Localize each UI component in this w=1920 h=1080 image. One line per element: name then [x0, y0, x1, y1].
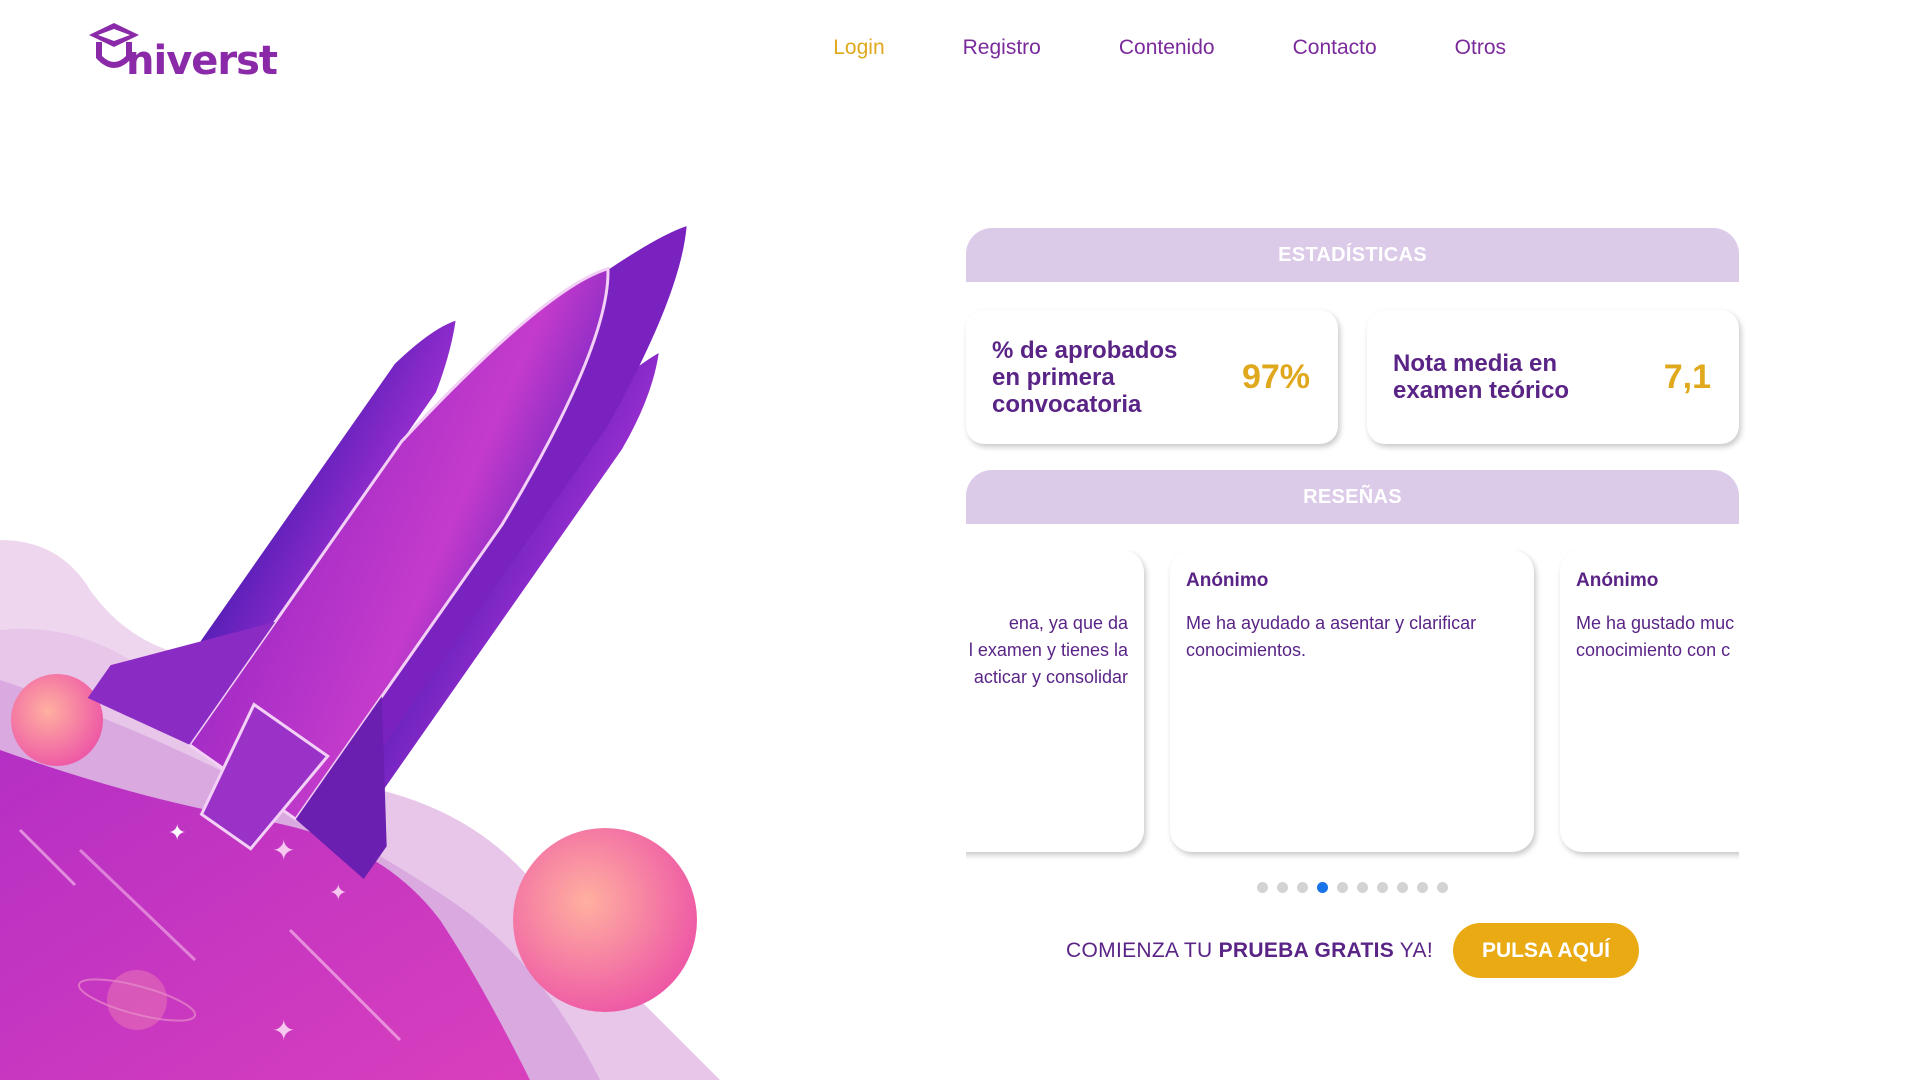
review-author: Anónimo: [1186, 570, 1269, 591]
review-line: acticar y consolidar: [973, 667, 1128, 687]
review-card: Anónimo Me ha gustado muc conocimiento c…: [1560, 550, 1739, 852]
cta-text-prefix: COMIENZA TU: [1066, 938, 1219, 962]
stats-row: % de aprobados en primera convocatoria 9…: [966, 310, 1739, 444]
cta-text-suffix: YA!: [1394, 938, 1433, 962]
carousel-dot[interactable]: [1277, 882, 1288, 893]
nav-contacto[interactable]: Contacto: [1293, 36, 1377, 60]
reviews-carousel[interactable]: ena, ya que da l examen y tienes la acti…: [966, 550, 1739, 860]
rocket-illustration: ✦ ✦ ✦ ✦: [0, 226, 720, 1080]
stat-label: Nota media en examen teórico: [1393, 350, 1570, 404]
reviews-header: RESEÑAS: [966, 470, 1739, 524]
cta-row: COMIENZA TU PRUEBA GRATIS YA! PULSA AQUÍ: [966, 923, 1739, 978]
stat-card-average: Nota media en examen teórico 7,1: [1367, 310, 1739, 444]
carousel-dot[interactable]: [1337, 882, 1348, 893]
carousel-dot[interactable]: [1357, 882, 1368, 893]
main-nav: Login Registro Contenido Contacto Otros: [833, 36, 1506, 60]
stat-label: % de aprobados en primera convocatoria: [992, 336, 1178, 418]
review-text: Me ha gustado muc conocimiento con c: [1576, 610, 1739, 664]
review-line: Me ha gustado muc: [1576, 613, 1735, 633]
review-line: l examen y tienes la: [968, 640, 1128, 660]
carousel-dot[interactable]: [1437, 882, 1448, 893]
carousel-dot[interactable]: [1257, 882, 1268, 893]
svg-text:✦: ✦: [168, 821, 186, 846]
svg-text:✦: ✦: [272, 834, 295, 867]
review-text: ena, ya que da l examen y tienes la acti…: [966, 610, 1128, 691]
cta-text: COMIENZA TU PRUEBA GRATIS YA!: [1066, 939, 1433, 963]
carousel-dot[interactable]: [1417, 882, 1428, 893]
cta-text-bold: PRUEBA GRATIS: [1218, 938, 1395, 962]
nav-contenido[interactable]: Contenido: [1119, 36, 1215, 60]
stat-value: 7,1: [1663, 357, 1711, 396]
review-text: Me ha ayudado a asentar y clarificar con…: [1186, 613, 1477, 660]
cta-button[interactable]: PULSA AQUÍ: [1452, 923, 1639, 978]
svg-text:✦: ✦: [329, 881, 347, 906]
brand-logo[interactable]: niverst: [86, 20, 278, 84]
nav-otros[interactable]: Otros: [1455, 36, 1506, 60]
carousel-dots: [966, 882, 1739, 893]
review-card: ena, ya que da l examen y tienes la acti…: [966, 550, 1144, 852]
svg-text:✦: ✦: [272, 1014, 295, 1047]
brand-name: niverst: [126, 38, 278, 84]
review-author: Anónimo: [1576, 570, 1659, 591]
review-card: Anónimo Me ha ayudado a asentar y clarif…: [1170, 550, 1534, 852]
stat-value: 97%: [1241, 357, 1310, 396]
carousel-dot[interactable]: [1397, 882, 1408, 893]
info-panel: ESTADÍSTICAS % de aprobados en primera c…: [966, 228, 1739, 978]
carousel-dot[interactable]: [1297, 882, 1308, 893]
stat-card-approval: % de aprobados en primera convocatoria 9…: [966, 310, 1338, 444]
nav-login[interactable]: Login: [833, 36, 884, 60]
review-author: [966, 570, 1128, 592]
nav-registro[interactable]: Registro: [963, 36, 1041, 60]
stats-header: ESTADÍSTICAS: [966, 228, 1739, 282]
carousel-dot[interactable]: [1317, 882, 1328, 893]
review-line: ena, ya que da: [1008, 613, 1128, 633]
review-line: conocimiento con c: [1576, 640, 1731, 660]
carousel-dot[interactable]: [1377, 882, 1388, 893]
